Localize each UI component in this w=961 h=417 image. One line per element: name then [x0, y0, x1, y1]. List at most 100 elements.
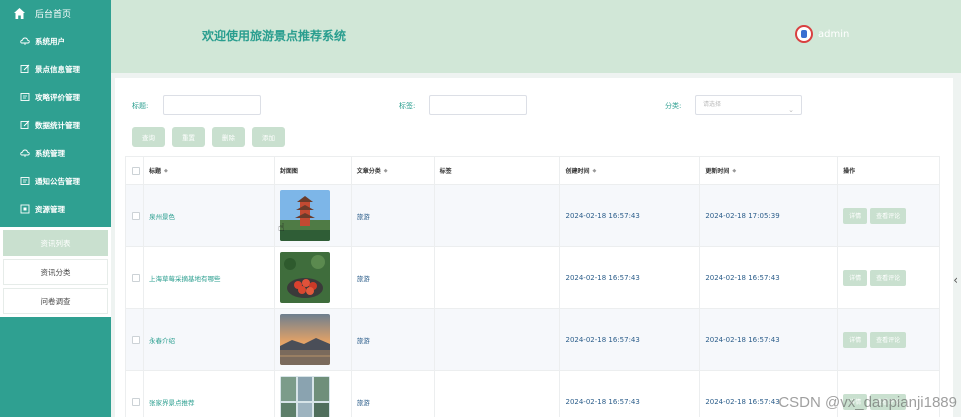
detail-button[interactable]: 详情	[843, 331, 868, 348]
col-updated[interactable]: 更新时间 ◆	[700, 157, 839, 184]
row-tag	[435, 371, 561, 417]
select-all-checkbox[interactable]	[132, 166, 140, 175]
row-title: 上海草莓采摘基地有哪些	[144, 247, 275, 308]
sidebar-item-system-management[interactable]: 系统管理	[0, 139, 111, 167]
table-row: 永春介绍 旅游 2024-02-18 16:57:43 2024-02-18 1…	[126, 309, 941, 371]
sidebar-item-notices[interactable]: 通知公告管理	[0, 167, 111, 195]
cover-image-mountains[interactable]	[279, 376, 330, 417]
sidebar: 后台首页 系统用户 景点信息管理 攻略评价管理 数据统计管理 系统管理 通知公告…	[0, 0, 111, 417]
user-menu[interactable]: admin	[795, 25, 849, 43]
doc-icon	[20, 176, 30, 186]
col-actions-label: 操作	[843, 168, 856, 175]
submenu-item-news-list[interactable]: 资讯列表	[3, 230, 108, 256]
view-comments-button[interactable]: 查看评论	[870, 331, 907, 348]
category-filter-label: 分类:	[665, 102, 682, 110]
title-filter-label: 标题:	[132, 102, 149, 110]
row-category: 旅游	[352, 185, 435, 246]
sidebar-item-scenic-info[interactable]: 景点信息管理	[0, 55, 111, 83]
home-icon	[13, 7, 26, 20]
sort-icon: ◆	[732, 167, 737, 174]
col-actions: 操作	[838, 157, 941, 184]
row-actions: 详情 查看评论	[838, 309, 941, 370]
watermark: CSDN @vx_danpianji1889	[778, 394, 957, 411]
col-category-label: 文章分类	[356, 168, 381, 175]
row-checkbox[interactable]	[132, 335, 140, 344]
row-cover	[275, 247, 352, 308]
chevron-down-icon: ⌄	[788, 106, 794, 114]
row-category: 旅游	[352, 371, 435, 417]
query-button[interactable]: 查询	[132, 127, 165, 147]
reset-button[interactable]: 重置	[172, 127, 205, 147]
col-title[interactable]: 标题 ◆	[144, 157, 275, 184]
col-updated-label: 更新时间	[705, 168, 730, 175]
edit-icon	[20, 64, 30, 74]
tag-filter-input[interactable]	[429, 95, 527, 115]
cloud-icon	[20, 36, 30, 46]
row-title: 张家界景点推荐	[144, 371, 275, 417]
table-row: 泉州景色 旅游 2024-02-18 16:57:43 2024-02-18 1…	[126, 185, 941, 247]
row-select-cell	[126, 185, 144, 246]
page-title: 欢迎使用旅游景点推荐系统	[202, 29, 347, 43]
sidebar-item-label: 资源管理	[35, 204, 65, 214]
col-cover-label: 封面图	[279, 168, 298, 175]
col-created[interactable]: 创建时间 ◆	[560, 157, 701, 184]
view-comments-button[interactable]: 查看评论	[870, 207, 907, 224]
row-updated: 2024-02-18 16:57:43	[700, 247, 839, 308]
category-select[interactable]: 请选择 ⌄	[695, 95, 802, 115]
cover-image-strawberry[interactable]	[279, 252, 330, 303]
col-tag: 标签	[435, 157, 561, 184]
main-content: 标题: 标签: 分类: 请选择 ⌄ 查询 重置 删除 添加 标题 ◆ 封面图 文章…	[111, 73, 961, 417]
view-comments-button[interactable]: 查看评论	[870, 269, 907, 286]
cover-image-sunset[interactable]	[279, 314, 330, 365]
row-checkbox[interactable]	[132, 397, 140, 406]
row-select-cell	[126, 247, 144, 308]
sort-icon: ◆	[592, 167, 597, 174]
row-checkbox[interactable]	[132, 211, 140, 220]
detail-button[interactable]: 详情	[843, 269, 868, 286]
row-title: 永春介绍	[144, 309, 275, 370]
sidebar-item-statistics[interactable]: 数据统计管理	[0, 111, 111, 139]
row-select-cell	[126, 371, 144, 417]
edit-icon	[20, 120, 30, 130]
content-card: 标题: 标签: 分类: 请选择 ⌄ 查询 重置 删除 添加 标题 ◆ 封面图 文章…	[115, 78, 953, 417]
chevron-left-icon[interactable]: ‹	[953, 273, 958, 287]
detail-button[interactable]: 详情	[843, 207, 868, 224]
cloud-icon	[20, 148, 30, 158]
cover-image-pagoda[interactable]	[279, 190, 330, 241]
row-cover	[275, 309, 352, 370]
action-toolbar: 查询 重置 删除 添加	[132, 127, 285, 147]
row-updated: 2024-02-18 16:57:43	[700, 309, 839, 370]
top-header: 欢迎使用旅游景点推荐系统 admin	[111, 0, 961, 73]
filter-form: 标题: 标签: 分类: 请选择 ⌄	[115, 95, 953, 117]
submenu-item-survey[interactable]: 问卷调查	[3, 288, 108, 314]
col-category[interactable]: 文章分类 ◆	[352, 157, 435, 184]
col-tag-label: 标签	[439, 168, 452, 175]
sidebar-item-label: 后台首页	[35, 10, 72, 20]
row-title: 泉州景色	[144, 185, 275, 246]
category-select-placeholder: 请选择	[703, 101, 722, 108]
row-checkbox[interactable]	[132, 273, 140, 282]
row-created: 2024-02-18 16:57:43	[560, 371, 701, 417]
row-tag	[435, 185, 561, 246]
sidebar-item-resources[interactable]: 资源管理	[0, 195, 111, 223]
news-table: 标题 ◆ 封面图 文章分类 ◆ 标签 创建时间 ◆ 更新时间 ◆ 操作 泉州景色 旅游	[125, 156, 941, 417]
box-icon	[20, 204, 30, 214]
row-cover	[275, 371, 352, 417]
col-cover: 封面图	[275, 157, 352, 184]
submenu-item-news-category[interactable]: 资讯分类	[3, 259, 108, 285]
delete-button[interactable]: 删除	[212, 127, 245, 147]
add-button[interactable]: 添加	[252, 127, 285, 147]
row-actions: 详情 查看评论	[838, 185, 941, 246]
col-title-label: 标题	[148, 168, 161, 175]
user-name: admin	[818, 28, 850, 40]
row-created: 2024-02-18 16:57:43	[560, 309, 701, 370]
sidebar-item-home[interactable]: 后台首页	[0, 0, 111, 27]
title-filter-input[interactable]	[163, 95, 261, 115]
doc-icon	[20, 92, 30, 102]
sidebar-item-guide-review[interactable]: 攻略评价管理	[0, 83, 111, 111]
sidebar-item-label: 系统用户	[35, 36, 65, 46]
sidebar-item-system-users[interactable]: 系统用户	[0, 27, 111, 55]
tag-filter-label: 标签:	[399, 102, 416, 110]
sort-icon: ◆	[383, 167, 388, 174]
row-cover	[275, 185, 352, 246]
